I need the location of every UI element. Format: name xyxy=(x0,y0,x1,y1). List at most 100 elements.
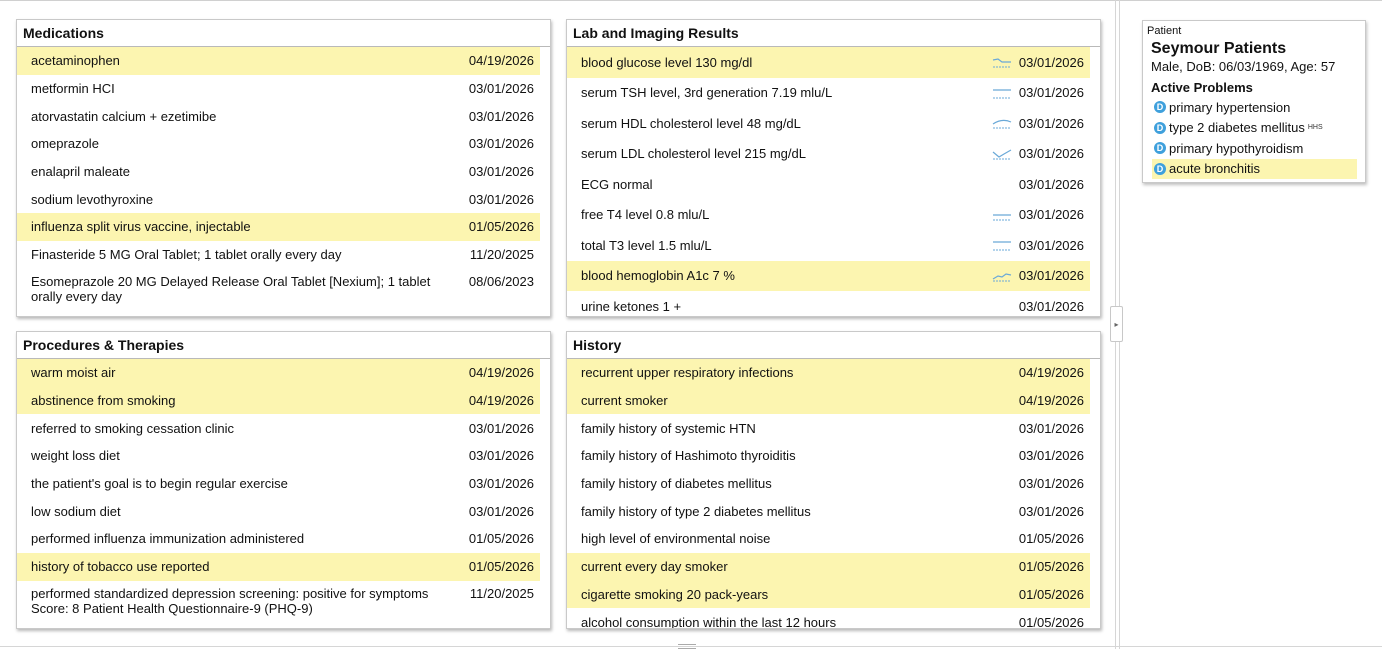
list-item[interactable]: recurrent upper respiratory infections 04… xyxy=(567,359,1090,387)
patient-name: Seymour Patients xyxy=(1151,40,1287,57)
trend-sparkline-icon[interactable] xyxy=(990,86,1012,100)
list-item[interactable]: serum TSH level, 3rd generation 7.19 mlu… xyxy=(567,78,1090,109)
trend-sparkline-icon[interactable] xyxy=(990,116,1012,130)
problem-item[interactable]: Dprimary hypothyroidism xyxy=(1152,138,1357,159)
list-item[interactable]: history of tobacco use reported 01/05/202… xyxy=(17,552,540,581)
problem-item[interactable]: Dacute bronchitis xyxy=(1152,158,1357,179)
item-label: cigarette smoking 20 pack-years xyxy=(581,586,769,602)
problem-item[interactable]: Dprimary hypertension xyxy=(1152,97,1357,118)
item-date: 03/01/2026 xyxy=(468,191,534,207)
item-label: family history of Hashimoto thyroiditis xyxy=(581,448,796,464)
patient-card: Patient Seymour Patients Male, DoB: 06/0… xyxy=(1142,20,1366,183)
item-label: atorvastatin calcium + ezetimibe xyxy=(31,108,217,124)
item-date: 03/01/2026 xyxy=(1018,420,1084,436)
list-item[interactable]: sodium levothyroxine 03/01/2026 xyxy=(17,185,540,213)
list-item[interactable]: Esomeprazole 20 MG Delayed Release Oral … xyxy=(17,269,540,309)
item-label: omeprazole xyxy=(31,136,99,152)
panel-title: Procedures & Therapies xyxy=(17,332,550,359)
problem-label: primary hypertension xyxy=(1169,99,1291,115)
item-date: 04/19/2026 xyxy=(468,393,534,409)
item-date: 03/01/2026 xyxy=(1018,54,1084,70)
list-item[interactable]: acetaminophen 04/19/2026 xyxy=(17,47,540,75)
list-item[interactable]: the patient's goal is to begin regular e… xyxy=(17,470,540,498)
item-date: 04/19/2026 xyxy=(1018,365,1084,381)
item-date: 03/01/2026 xyxy=(468,503,534,519)
top-border xyxy=(0,0,1382,1)
list-item[interactable]: total T3 level 1.5 mlu/L 03/01/2026 xyxy=(567,230,1090,261)
list-item[interactable]: high level of environmental noise 01/05/2… xyxy=(567,525,1090,553)
item-date: 03/01/2026 xyxy=(468,136,534,152)
list-item[interactable]: Finasteride 5 MG Oral Tablet; 1 tablet o… xyxy=(17,241,540,269)
trend-sparkline-icon[interactable] xyxy=(990,238,1012,252)
trend-sparkline-icon[interactable] xyxy=(990,269,1012,283)
list-item[interactable]: performed standardized depression screen… xyxy=(17,581,540,621)
patient-caption: Patient xyxy=(1147,25,1182,37)
item-date: 03/01/2026 xyxy=(1018,85,1084,101)
list-item[interactable]: blood glucose level 130 mg/dl 03/01/2026 xyxy=(567,47,1090,78)
item-date: 01/05/2026 xyxy=(468,559,534,575)
item-label: ECG normal xyxy=(581,176,653,192)
list-item[interactable]: enalapril maleate 03/01/2026 xyxy=(17,158,540,186)
resize-grip[interactable] xyxy=(678,644,696,649)
list-item[interactable]: warm moist air 04/19/2026 xyxy=(17,359,540,387)
list-item[interactable]: family history of diabetes mellitus 03/01… xyxy=(567,470,1090,498)
diagnosis-icon: D xyxy=(1154,121,1166,134)
item-date: 01/05/2026 xyxy=(468,531,534,547)
item-date: 03/01/2026 xyxy=(1018,448,1084,464)
list-item[interactable]: serum HDL cholesterol level 48 mg/dL 03/0… xyxy=(567,108,1090,139)
list-item[interactable]: family history of Hashimoto thyroiditis 0… xyxy=(567,442,1090,470)
item-date: 01/05/2026 xyxy=(1018,559,1084,575)
list-item[interactable]: abstinence from smoking 04/19/2026 xyxy=(17,386,540,415)
item-date: 03/01/2026 xyxy=(1018,298,1084,314)
list-item[interactable]: current smoker 04/19/2026 xyxy=(567,386,1090,415)
item-label: influenza split virus vaccine, injectabl… xyxy=(31,219,251,235)
trend-sparkline-icon[interactable] xyxy=(990,55,1012,69)
list-item[interactable]: performed influenza immunization adminis… xyxy=(17,525,540,553)
list-item[interactable]: omeprazole 03/01/2026 xyxy=(17,130,540,158)
trend-sparkline-icon[interactable] xyxy=(990,208,1012,222)
splitter-handle[interactable]: ▸ xyxy=(1110,306,1123,342)
item-date: 03/01/2026 xyxy=(468,448,534,464)
list-item[interactable]: alcohol consumption within the last 12 h… xyxy=(567,608,1090,628)
item-label: referred to smoking cessation clinic xyxy=(31,420,235,436)
list-item[interactable]: family history of systemic HTN 03/01/2026 xyxy=(567,414,1090,442)
trend-sparkline-icon[interactable] xyxy=(990,147,1012,161)
item-date: 11/20/2025 xyxy=(469,247,534,263)
list-item[interactable]: serum LDL cholesterol level 215 mg/dL 03/… xyxy=(567,139,1090,170)
panel-title: History xyxy=(567,332,1100,359)
item-label: urine ketones 1 + xyxy=(581,298,682,314)
item-date: 03/01/2026 xyxy=(468,164,534,180)
list-item[interactable]: influenza split virus vaccine, injectabl… xyxy=(17,213,540,241)
item-date: 03/01/2026 xyxy=(468,108,534,124)
list-item[interactable]: atorvastatin calcium + ezetimibe 03/01/20… xyxy=(17,102,540,130)
list-item[interactable]: blood hemoglobin A1c 7 % 03/01/2026 xyxy=(567,260,1090,291)
item-date: 03/01/2026 xyxy=(1018,146,1084,162)
problem-superscript: HHS xyxy=(1307,124,1323,132)
list-item[interactable]: ECG normal 03/01/2026 xyxy=(567,169,1090,200)
list-item[interactable]: cigarette smoking 20 pack-years 01/05/202… xyxy=(567,580,1090,609)
item-date: 03/01/2026 xyxy=(1018,115,1084,131)
item-label: sodium levothyroxine xyxy=(31,191,154,207)
medications-panel: Medications acetaminophen 04/19/2026 metfo… xyxy=(16,19,551,317)
item-date: 08/06/2023 xyxy=(468,273,534,289)
chevron-right-icon: ▸ xyxy=(1114,319,1119,329)
list-item[interactable]: family history of type 2 diabetes mellit… xyxy=(567,497,1090,525)
list-item[interactable]: urine ketones 1 + 03/01/2026 xyxy=(567,291,1090,316)
list-item[interactable]: metformin HCI 03/01/2026 xyxy=(17,75,540,103)
list-item[interactable]: weight loss diet 03/01/2026 xyxy=(17,442,540,470)
list-item[interactable]: low sodium diet 03/01/2026 xyxy=(17,497,540,525)
item-date: 03/01/2026 xyxy=(1018,476,1084,492)
panel-title: Medications xyxy=(17,20,550,47)
item-label: abstinence from smoking xyxy=(31,393,176,409)
item-date: 01/05/2026 xyxy=(1018,586,1084,602)
problem-item[interactable]: Dtype 2 diabetes mellitus HHS xyxy=(1152,118,1357,139)
trend-sparkline-icon xyxy=(990,177,1012,191)
list-item[interactable]: referred to smoking cessation clinic 03/0… xyxy=(17,414,540,442)
item-label: performed standardized depression screen… xyxy=(31,585,429,616)
pane-splitter[interactable]: ▸ xyxy=(1110,0,1123,649)
item-label: enalapril maleate xyxy=(31,164,131,180)
diagnosis-icon: D xyxy=(1154,142,1166,155)
list-item[interactable]: current every day smoker 01/05/2026 xyxy=(567,552,1090,581)
item-label: metformin HCI xyxy=(31,81,115,97)
list-item[interactable]: free T4 level 0.8 mlu/L 03/01/2026 xyxy=(567,200,1090,231)
